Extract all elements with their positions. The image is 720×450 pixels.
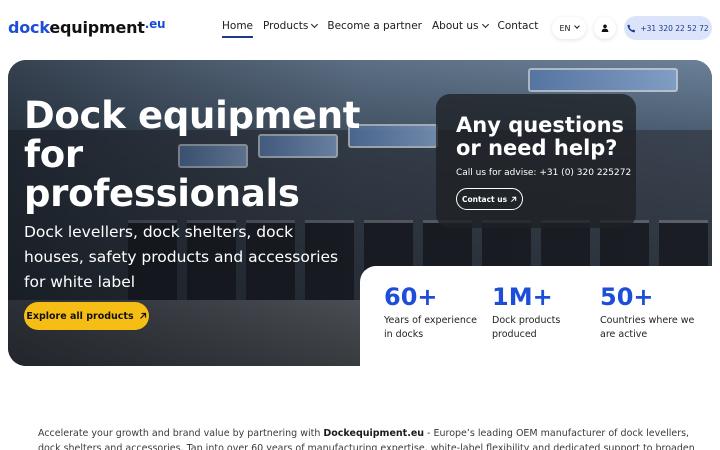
main-nav: Home Products Become a partner About us … [222,20,548,38]
nav-item-home[interactable]: Home [222,20,254,38]
hero-subtitle: Dock levellers, dock shelters, dock hous… [24,223,339,291]
nav-item-label: Become a partner [327,20,422,32]
logo-part-eu: .eu [144,17,166,31]
nav-item-label: Products [263,20,309,32]
phone-icon [627,24,636,32]
nav-item-label: About us [431,20,479,32]
nav-item-products[interactable]: Products [263,20,319,38]
stat-label: Years of experience in docks [384,315,477,340]
nav-item-become-a-partner[interactable]: Become a partner [327,20,422,38]
phone-number: +31 320 22 52 72 [640,23,709,33]
stat-label: Dock products produced [492,315,561,340]
explore-products-button[interactable]: Explore all products [24,302,149,330]
stat-years: 60+ Years of experience in docks [384,282,484,342]
intro-prefix: Accelerate your growth and brand value b… [38,428,324,439]
chevron-down-icon [311,20,319,29]
logo-part-equipment: equipment [49,18,145,37]
stat-value: 1M+ [492,283,553,311]
nav-item-contact[interactable]: Contact [498,20,539,38]
stat-countries: 50+ Countries where we are active [600,282,700,342]
chevron-down-icon [481,20,489,29]
logo-part-dock: dock [8,18,50,37]
chevron-down-icon [573,23,580,29]
logo[interactable]: dockequipment.eu [8,17,166,37]
stat-products: 1M+ Dock products produced [492,282,592,342]
stat-value: 60+ [384,283,438,311]
nav-item-label: Home [222,20,254,32]
user-icon [601,24,609,32]
language-label: EN [559,23,571,33]
intro-paragraph: Accelerate your growth and brand value b… [38,426,698,450]
arrow-up-right-icon [510,196,517,202]
stat-value: 50+ [600,283,654,311]
site-header: dockequipment.eu Home Products Become a … [0,0,720,56]
hero-title: Dock equipment for professionals [24,94,361,215]
stats-panel: 60+ Years of experience in docks 1M+ Doc… [360,266,712,376]
explore-products-label: Explore all products [26,310,134,322]
language-selector[interactable]: EN [552,17,586,39]
phone-button[interactable]: +31 320 22 52 72 [624,16,712,40]
nav-item-label: Contact [497,20,539,32]
contact-us-button[interactable]: Contact us [456,188,523,210]
nav-item-about-us[interactable]: About us [431,20,489,38]
help-card: Any questions or need help? Call us for … [436,94,636,228]
stat-label: Countries where we are active [600,315,695,340]
contact-us-label: Contact us [461,194,508,204]
help-call-text: Call us for advise: +31 (0) 320 225272 [456,168,632,178]
help-title: Any questions or need help? [456,113,625,160]
intro-brand: Dockequipment.eu [323,428,425,439]
account-button[interactable] [594,17,616,39]
arrow-up-right-icon [139,312,146,319]
